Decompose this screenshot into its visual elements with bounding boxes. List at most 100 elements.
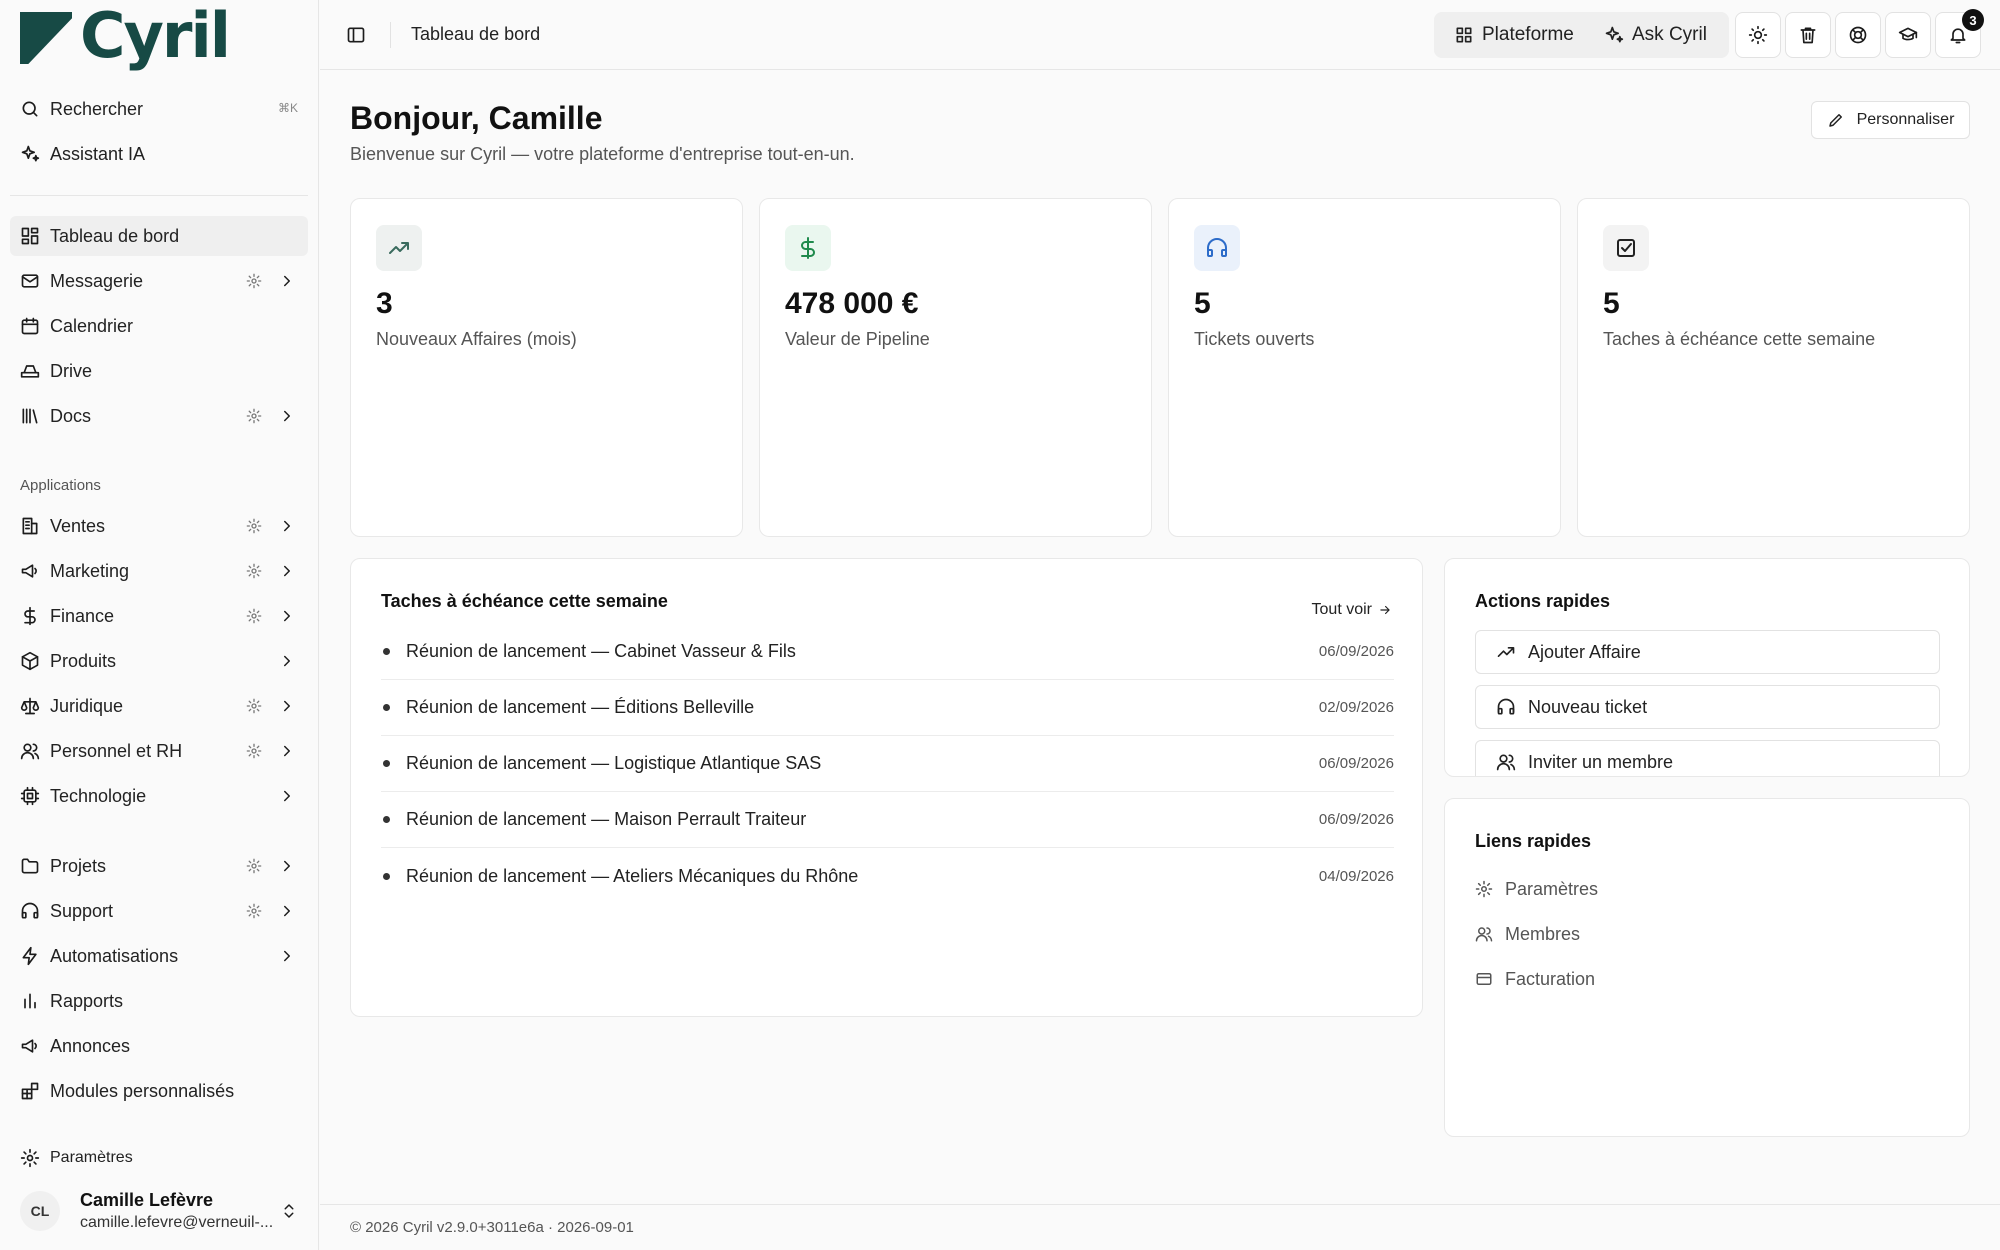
dollar-icon [10, 606, 50, 626]
sidebar-item-hr[interactable]: Personnel et RH [10, 731, 308, 771]
sidebar-item-label: Annonces [50, 1035, 131, 1056]
sidebar-item-products[interactable]: Produits [10, 641, 308, 681]
sidebar-item-dashboard[interactable]: Tableau de bord [10, 216, 308, 256]
chevron-right-icon[interactable] [278, 607, 296, 625]
gear-icon[interactable] [246, 858, 262, 874]
sidebar-item-settings[interactable]: Paramètres [10, 1138, 308, 1178]
customize-button[interactable]: Personnaliser [1811, 101, 1970, 139]
gear-icon[interactable] [246, 608, 262, 624]
topbar-separator [390, 22, 391, 48]
quick-actions-title: Actions rapides [1475, 591, 1611, 611]
pencil-icon [1828, 114, 1842, 127]
chevron-right-icon[interactable] [278, 947, 296, 965]
trending-up-icon [376, 225, 422, 271]
new-ticket-button[interactable]: Nouveau ticket [1475, 685, 1940, 729]
academy-button[interactable] [1885, 12, 1931, 58]
task-row[interactable]: Réunion de lancement — Maison Perrault T… [381, 792, 1394, 848]
sidebar-toggle-icon[interactable] [346, 25, 366, 45]
quick-links-card: Liens rapides Paramètres Membres Factura… [1444, 798, 1970, 1137]
user-menu[interactable]: CL Camille Lefèvre camille.lefevre@verne… [10, 1185, 308, 1237]
gear-icon[interactable] [246, 743, 262, 759]
sidebar-item-announcements[interactable]: Annonces [10, 1026, 308, 1066]
sidebar-item-label: Docs [50, 405, 92, 426]
sidebar-search[interactable]: Rechercher ⌘K [10, 89, 308, 129]
trending-up-icon [1497, 647, 1515, 657]
calendar-icon [10, 316, 50, 336]
stat-card-tickets[interactable]: 5 Tickets ouverts [1168, 198, 1561, 537]
invite-member-button[interactable]: Inviter un membre [1475, 740, 1940, 776]
stat-caption: Taches à échéance cette semaine [1603, 329, 1876, 349]
sidebar-item-label: Automatisations [50, 945, 179, 966]
sidebar-item-reports[interactable]: Rapports [10, 981, 308, 1021]
sidebar-item-mail[interactable]: Messagerie [10, 261, 308, 301]
zap-icon [10, 946, 50, 966]
quick-link-billing[interactable]: Facturation [1475, 965, 1595, 993]
sidebar-item-technology[interactable]: Technologie [10, 776, 308, 816]
stat-card-tasks[interactable]: 5 Taches à échéance cette semaine [1577, 198, 1970, 537]
sidebar-item-projects[interactable]: Projets [10, 846, 308, 886]
stat-card-new-deals[interactable]: 3 Nouveaux Affaires (mois) [350, 198, 743, 537]
chevron-right-icon[interactable] [278, 902, 296, 920]
gear-icon[interactable] [246, 273, 262, 289]
add-deal-label: Ajouter Affaire [1528, 641, 1641, 662]
chevron-right-icon[interactable] [278, 272, 296, 290]
sidebar-item-sales[interactable]: Ventes [10, 506, 308, 546]
avatar: CL [20, 1191, 60, 1231]
logo-text: Cyril [80, 0, 231, 72]
help-button[interactable] [1835, 12, 1881, 58]
sidebar-item-support[interactable]: Support [10, 891, 308, 931]
task-date: 06/09/2026 [1318, 755, 1394, 772]
bullet [383, 704, 390, 711]
chevron-right-icon[interactable] [278, 697, 296, 715]
see-all-link[interactable]: Tout voir [1312, 601, 1392, 619]
cyril-logo[interactable]: Cyril [20, 0, 231, 72]
notifications-button[interactable]: 3 [1935, 9, 1984, 58]
gear-icon[interactable] [246, 563, 262, 579]
sun-icon [1748, 25, 1768, 45]
gear-icon[interactable] [246, 903, 262, 919]
sidebar-item-marketing[interactable]: Marketing [10, 551, 308, 591]
task-row[interactable]: Réunion de lancement — Éditions Bellevil… [381, 680, 1394, 736]
search-icon [10, 99, 50, 119]
sidebar-item-label: Personnel et RH [50, 740, 183, 761]
sidebar-item-legal[interactable]: Juridique [10, 686, 308, 726]
chevron-right-icon[interactable] [278, 742, 296, 760]
sidebar-item-drive[interactable]: Drive [10, 351, 308, 391]
sidebar-item-calendar[interactable]: Calendrier [10, 306, 308, 346]
trash-button[interactable] [1785, 12, 1831, 58]
task-title: Réunion de lancement — Éditions Bellevil… [406, 697, 755, 717]
quick-link-members[interactable]: Membres [1475, 920, 1580, 948]
chevron-right-icon[interactable] [278, 407, 296, 425]
notification-count-badge: 3 [1962, 9, 1984, 31]
task-row[interactable]: Réunion de lancement — Logistique Atlant… [381, 736, 1394, 792]
sidebar-assistant[interactable]: Assistant IA [10, 134, 308, 174]
task-row[interactable]: Réunion de lancement — Cabinet Vasseur &… [381, 624, 1394, 680]
new-ticket-label: Nouveau ticket [1528, 696, 1648, 717]
platform-button[interactable]: Plateforme [1454, 12, 1574, 58]
task-date: 04/09/2026 [1318, 867, 1394, 885]
sidebar-item-label: Finance [50, 605, 115, 626]
stat-card-pipeline[interactable]: 478 000 € Valeur de Pipeline [759, 198, 1152, 537]
sidebar-item-automations[interactable]: Automatisations [10, 936, 308, 976]
sidebar-item-docs[interactable]: Docs [10, 396, 308, 436]
drive-icon [10, 361, 50, 381]
headphones-icon [10, 901, 50, 921]
chevron-right-icon[interactable] [278, 787, 296, 805]
task-row[interactable]: Réunion de lancement — Ateliers Mécaniqu… [381, 848, 1394, 904]
sidebar-item-finance[interactable]: Finance [10, 596, 308, 636]
chevron-right-icon[interactable] [278, 562, 296, 580]
quick-link-settings[interactable]: Paramètres [1475, 875, 1598, 903]
gear-icon[interactable] [246, 408, 262, 424]
ask-cyril-button[interactable]: Ask Cyril [1604, 12, 1707, 58]
chevron-right-icon[interactable] [278, 652, 296, 670]
sidebar-item-custom-modules[interactable]: Modules personnalisés [10, 1071, 308, 1111]
sidebar-item-label: Messagerie [50, 270, 144, 291]
bullet [383, 816, 390, 823]
chevron-right-icon[interactable] [278, 517, 296, 535]
add-deal-button[interactable]: Ajouter Affaire [1475, 630, 1940, 674]
chevron-right-icon[interactable] [278, 857, 296, 875]
quick-link-label: Paramètres [1505, 878, 1599, 899]
theme-toggle-button[interactable] [1735, 12, 1781, 58]
gear-icon[interactable] [246, 518, 262, 534]
gear-icon[interactable] [246, 698, 262, 714]
